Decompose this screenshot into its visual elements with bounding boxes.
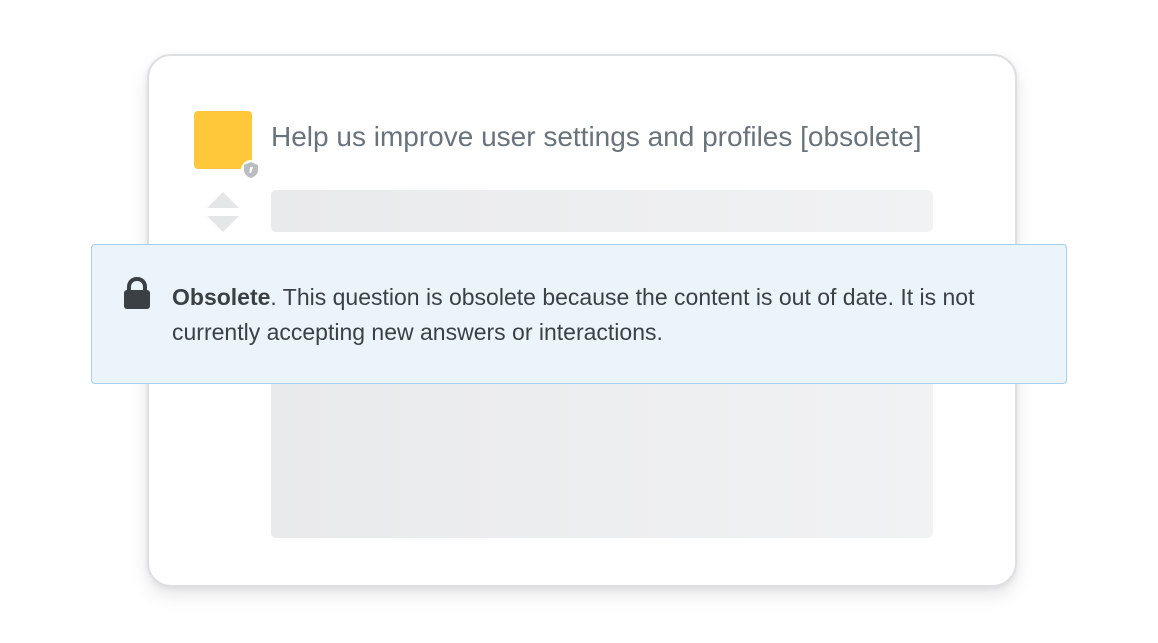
moderator-shield-icon [241,160,261,180]
question-title[interactable]: Help us improve user settings and profil… [271,120,922,154]
lock-icon [122,276,152,311]
notice-label: Obsolete [172,284,271,310]
notice-body: . This question is obsolete because the … [172,284,975,345]
vote-down-icon [207,216,239,232]
vote-up-icon [207,192,239,208]
obsolete-notice: Obsolete. This question is obsolete beca… [91,244,1067,384]
vote-controls [205,190,241,234]
page: Help us improve user settings and profil… [0,0,1158,643]
content-placeholder-bar [271,190,933,232]
notice-message: Obsolete. This question is obsolete beca… [172,280,1042,350]
